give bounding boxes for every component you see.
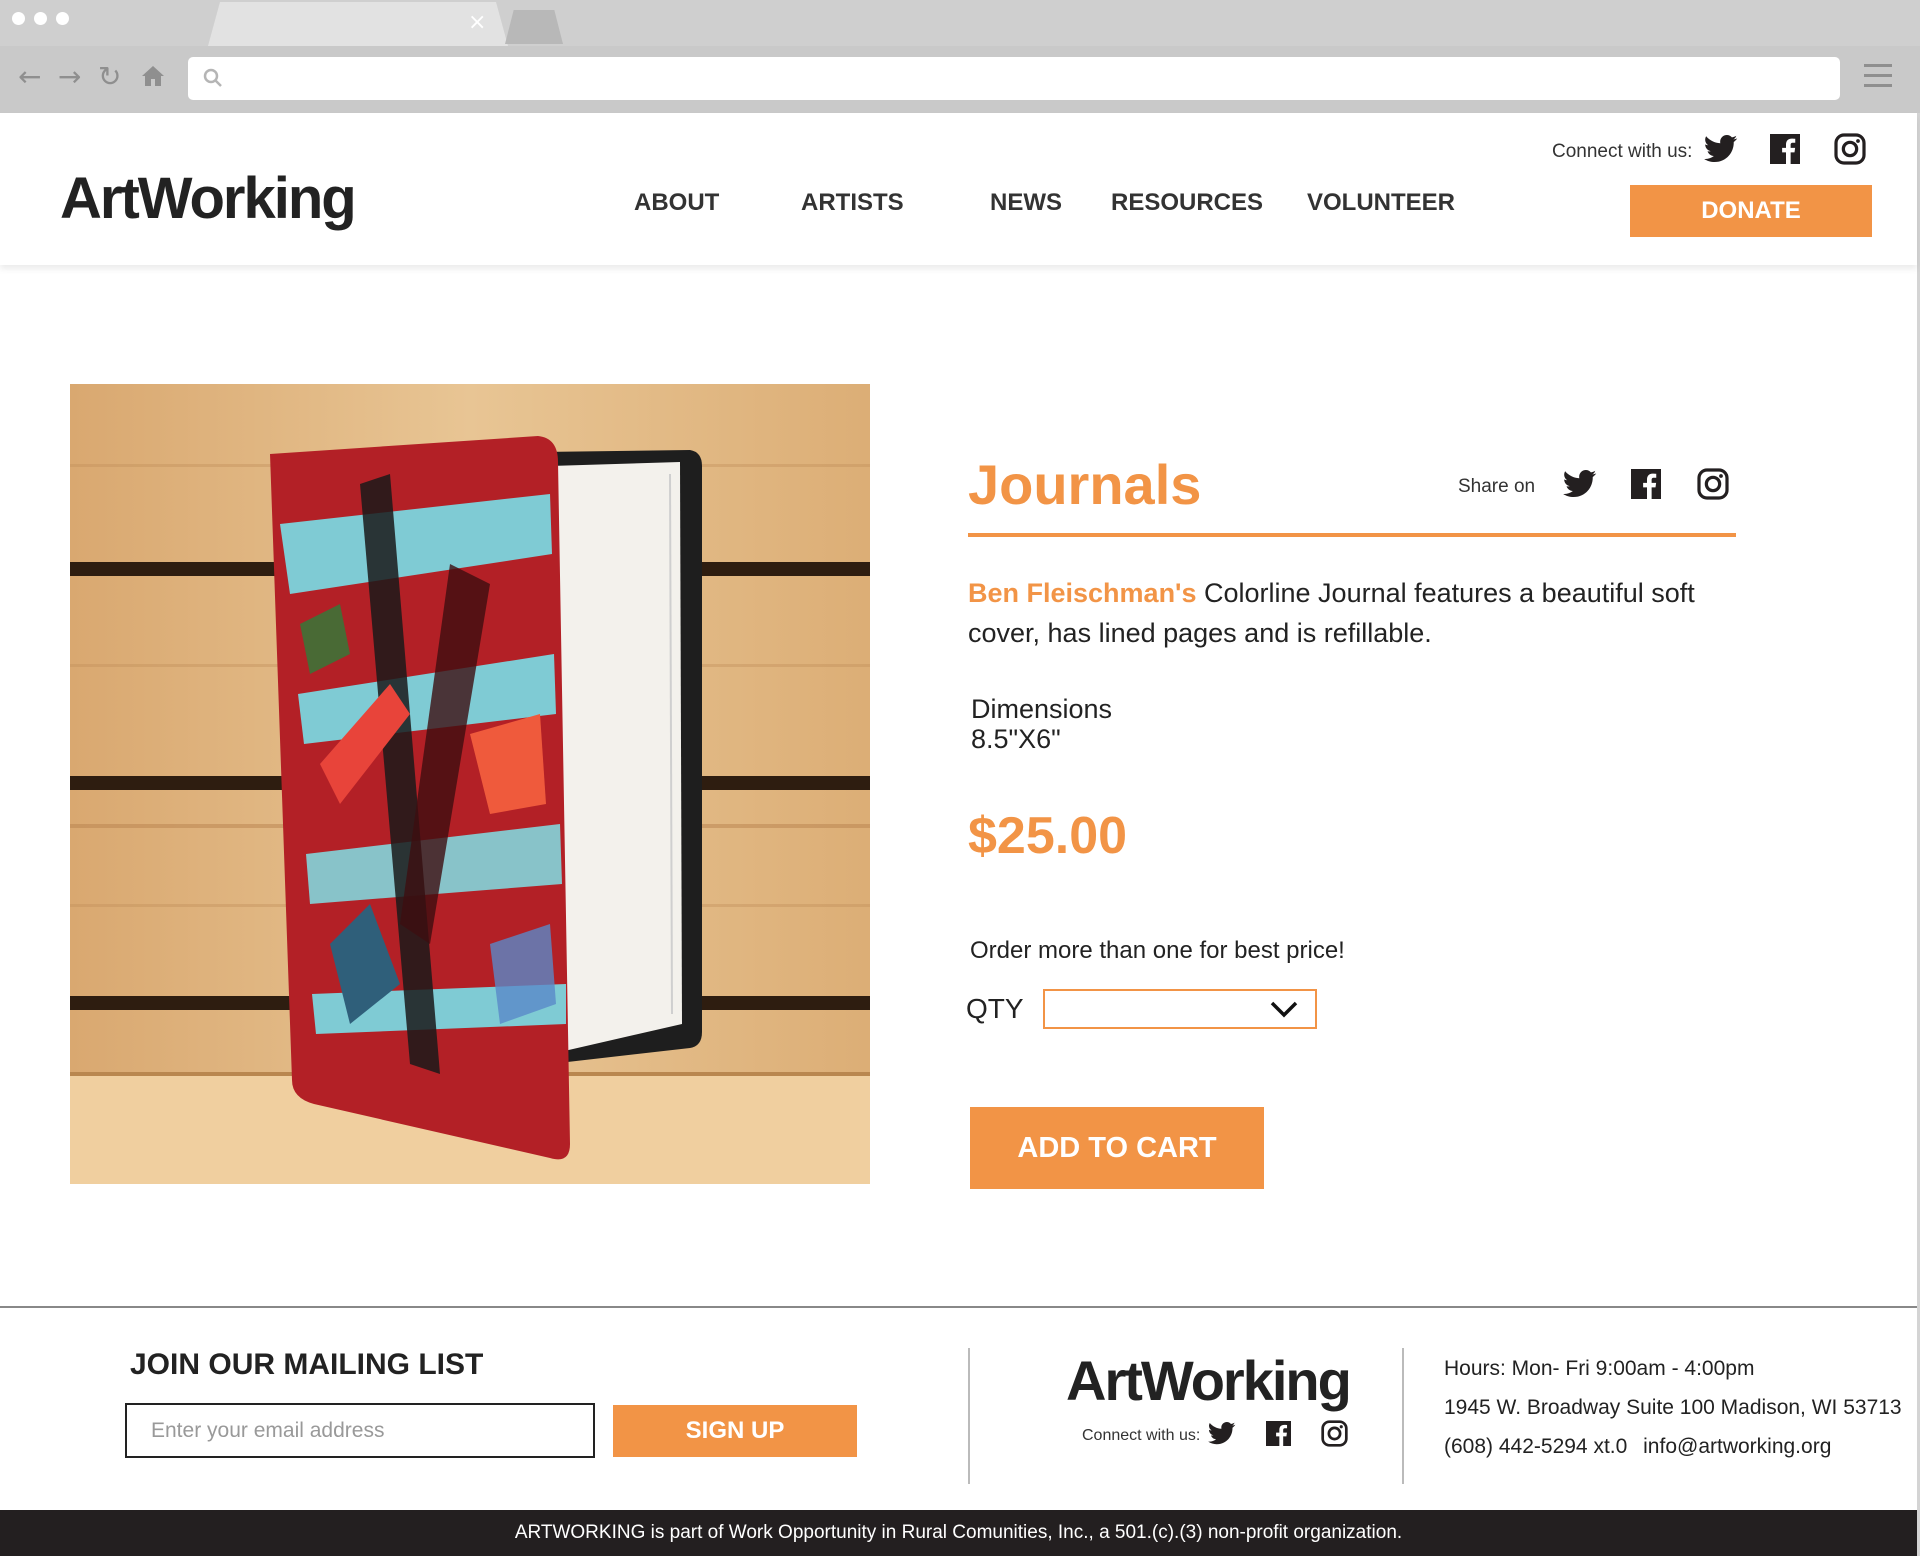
instagram-icon[interactable]: [1697, 468, 1729, 505]
twitter-icon[interactable]: [1208, 1422, 1236, 1450]
donate-button[interactable]: DONATE: [1630, 185, 1872, 237]
menu-icon[interactable]: [1864, 64, 1892, 94]
address-bar[interactable]: [188, 57, 1840, 100]
facebook-icon[interactable]: [1631, 469, 1662, 504]
site-logo[interactable]: ArtWorking: [60, 165, 357, 232]
footer-logo[interactable]: ArtWorking: [1066, 1348, 1352, 1413]
product-dimensions: Dimensions 8.5"X6": [971, 694, 1112, 754]
title-divider: [968, 533, 1736, 537]
add-to-cart-button[interactable]: ADD TO CART: [970, 1107, 1264, 1189]
twitter-icon[interactable]: [1704, 135, 1738, 168]
order-note: Order more than one for best price!: [970, 937, 1345, 964]
connect-label: Connect with us:: [1552, 140, 1693, 162]
qty-label: QTY: [966, 993, 1024, 1024]
window-controls[interactable]: [12, 12, 69, 25]
share-bar: Share on: [1458, 468, 1729, 505]
back-arrow-icon[interactable]: ←: [18, 60, 41, 93]
footer-hours: Hours: Mon- Fri 9:00am - 4:00pm: [1444, 1357, 1755, 1380]
home-icon[interactable]: [140, 62, 166, 95]
footer-address: 1945 W. Broadway Suite 100 Madison, WI 5…: [1444, 1396, 1902, 1419]
legal-bar: ARTWORKING is part of Work Opportunity i…: [0, 1510, 1917, 1556]
search-icon: [202, 67, 224, 94]
forward-arrow-icon[interactable]: →: [58, 60, 81, 93]
footer-divider: [0, 1306, 1917, 1308]
footer-phone[interactable]: (608) 442-5294 xt.0: [1444, 1435, 1627, 1458]
browser-chrome: × ← → ↻: [0, 0, 1920, 113]
nav-news[interactable]: NEWS: [990, 189, 1062, 217]
mailing-list-title: JOIN OUR MAILING LIST: [130, 1348, 484, 1381]
tab-strip: ×: [0, 0, 1920, 46]
artist-link[interactable]: Ben Fleischman's: [968, 578, 1197, 608]
nav-artists[interactable]: ARTISTS: [801, 189, 904, 217]
facebook-icon[interactable]: [1770, 134, 1801, 169]
browser-tab[interactable]: [208, 2, 508, 46]
browser-toolbar: ← → ↻: [0, 46, 1920, 113]
chevron-down-icon: [1269, 999, 1299, 1024]
product-image: [70, 384, 870, 1184]
instagram-icon[interactable]: [1321, 1420, 1348, 1452]
footer-separator: [1402, 1348, 1404, 1484]
nav-volunteer[interactable]: VOLUNTEER: [1307, 189, 1455, 217]
email-input[interactable]: [125, 1403, 595, 1458]
reload-icon[interactable]: ↻: [98, 60, 121, 93]
nav-about[interactable]: ABOUT: [634, 189, 719, 217]
dimensions-value: 8.5"X6": [971, 724, 1061, 754]
product-price: $25.00: [968, 807, 1128, 865]
new-tab-button[interactable]: [505, 10, 563, 44]
signup-button[interactable]: SIGN UP: [613, 1405, 857, 1457]
footer-contact: (608) 442-5294 xt.0 info@artworking.org: [1444, 1435, 1831, 1459]
footer-social: Connect with us:: [1082, 1420, 1348, 1452]
legal-text: ARTWORKING is part of Work Opportunity i…: [514, 1522, 1403, 1543]
footer-email[interactable]: info@artworking.org: [1643, 1435, 1831, 1458]
nav-resources[interactable]: RESOURCES: [1111, 189, 1263, 217]
product-description: Ben Fleischman's Colorline Journal featu…: [968, 573, 1748, 653]
twitter-icon[interactable]: [1563, 470, 1597, 503]
close-tab-icon[interactable]: ×: [468, 10, 486, 35]
connect-label: Connect with us:: [1082, 1427, 1201, 1444]
qty-select[interactable]: [1043, 989, 1317, 1029]
share-label: Share on: [1458, 475, 1536, 497]
footer-separator: [968, 1348, 970, 1484]
site-header: ArtWorking Connect with us: ABOUT ARTIST…: [0, 113, 1917, 265]
header-social: Connect with us:: [1552, 133, 1867, 170]
instagram-icon[interactable]: [1834, 133, 1867, 170]
facebook-icon[interactable]: [1266, 1421, 1292, 1451]
product-title: Journals: [968, 453, 1202, 516]
dimensions-label: Dimensions: [971, 694, 1113, 724]
